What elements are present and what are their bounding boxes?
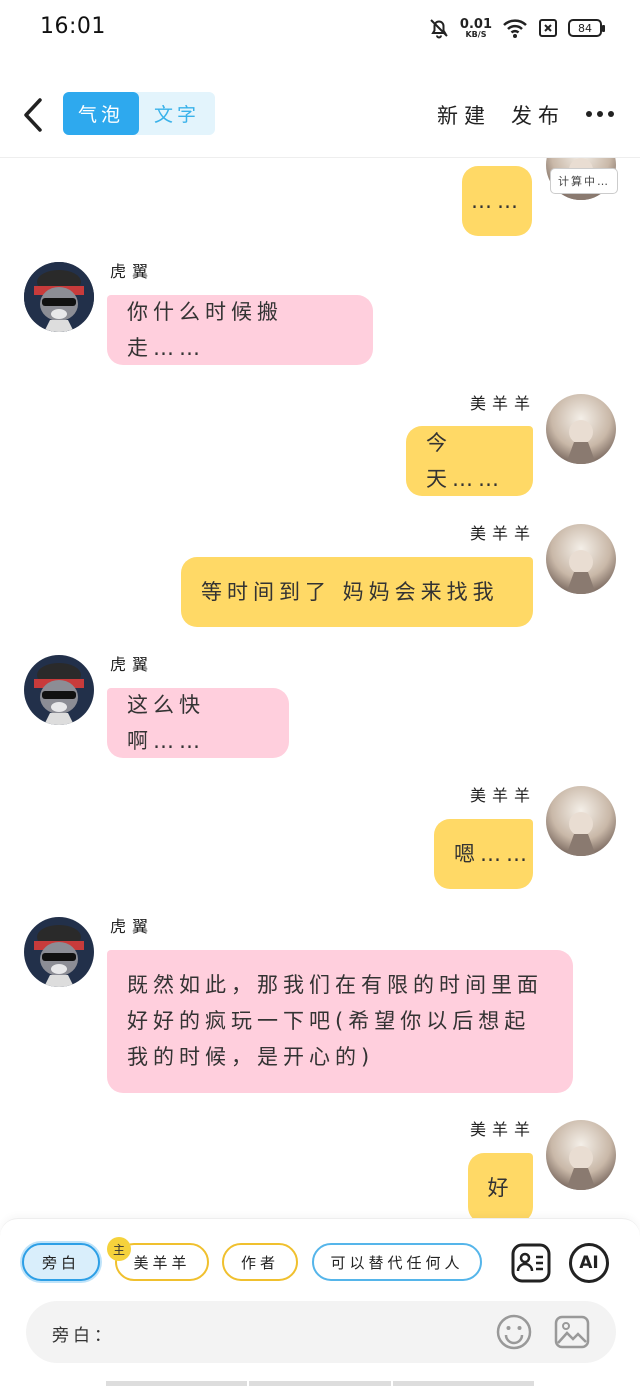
sender-name: 美羊羊 bbox=[470, 394, 537, 413]
role-chip-anyone[interactable]: 可以替代任何人 bbox=[312, 1243, 482, 1281]
message-bubble[interactable]: 这么快啊…… bbox=[107, 688, 289, 758]
composer-panel: 旁白 美羊羊 主 作者 可以替代任何人 AI 旁白： bbox=[0, 1218, 640, 1387]
sender-name: 美羊羊 bbox=[470, 786, 537, 805]
avatar-huyi[interactable] bbox=[24, 262, 94, 332]
message-bubble[interactable]: 今天…… bbox=[406, 426, 533, 496]
avatar-meiyangyang[interactable] bbox=[546, 786, 616, 856]
status-icons: 0.01 KB/S 84 bbox=[428, 14, 605, 42]
message-bubble[interactable]: 等时间到了 妈妈会来找我 bbox=[181, 557, 533, 627]
input-label: 旁白： bbox=[52, 1326, 115, 1346]
publish-button[interactable]: 发布 bbox=[511, 100, 565, 130]
avatar-meiyangyang[interactable] bbox=[546, 524, 616, 594]
top-bar: 气泡 文字 新建 发布 bbox=[0, 76, 640, 152]
contact-card-icon[interactable] bbox=[511, 1243, 551, 1283]
sender-name: 美羊羊 bbox=[470, 1120, 537, 1139]
avatar-huyi[interactable] bbox=[24, 655, 94, 725]
ai-button[interactable]: AI bbox=[569, 1243, 609, 1283]
back-arrow-icon[interactable] bbox=[20, 96, 48, 134]
sender-name: 虎翼 bbox=[110, 655, 155, 674]
tab-bubble[interactable]: 气泡 bbox=[63, 92, 139, 135]
calculating-tag: 计算中… bbox=[550, 168, 618, 194]
image-icon[interactable] bbox=[554, 1314, 590, 1350]
clock: 16:01 bbox=[40, 14, 106, 39]
role-chip-author[interactable]: 作者 bbox=[222, 1243, 298, 1281]
network-speed: 0.01 KB/S bbox=[460, 18, 492, 39]
new-button[interactable]: 新建 bbox=[437, 100, 491, 130]
wifi-icon bbox=[503, 19, 527, 38]
status-bar: 16:01 0.01 KB/S 84 bbox=[0, 0, 640, 56]
message-bubble[interactable]: 你什么时候搬走…… bbox=[107, 295, 373, 365]
role-chip-narration[interactable]: 旁白 bbox=[22, 1243, 100, 1281]
mute-bell-icon bbox=[430, 19, 448, 39]
screen: 16:01 0.01 KB/S 84 气泡 文字 新建 发布 计算中… …… 虎… bbox=[0, 0, 640, 1387]
sender-name: 美羊羊 bbox=[470, 524, 537, 543]
message-input[interactable]: 旁白： bbox=[26, 1301, 616, 1363]
chat-area[interactable]: 计算中… …… 虎翼 你什么时候搬走…… 美羊羊 今天…… 美羊羊 等时间到了 … bbox=[0, 158, 640, 1218]
net-speed-value: 0.01 bbox=[459, 16, 492, 32]
home-indicator bbox=[106, 1381, 534, 1386]
owner-badge: 主 bbox=[107, 1237, 131, 1261]
tab-text[interactable]: 文字 bbox=[139, 92, 215, 135]
emoji-icon[interactable] bbox=[496, 1314, 532, 1350]
message-bubble[interactable]: 既然如此，那我们在有限的时间里面好好的疯玩一下吧(希望你以后想起我的时候，是开心… bbox=[107, 950, 573, 1093]
mode-toggle: 气泡 文字 bbox=[63, 92, 215, 135]
net-speed-unit: KB/S bbox=[465, 29, 487, 39]
no-sim-icon bbox=[539, 19, 557, 37]
more-icon[interactable] bbox=[586, 111, 614, 117]
message-bubble[interactable]: 好 bbox=[468, 1153, 533, 1218]
avatar-meiyangyang[interactable] bbox=[546, 394, 616, 464]
avatar-meiyangyang[interactable] bbox=[546, 1120, 616, 1190]
avatar-huyi[interactable] bbox=[24, 917, 94, 987]
battery-icon: 84 bbox=[568, 19, 605, 37]
message-bubble[interactable]: …… bbox=[462, 166, 532, 236]
message-bubble[interactable]: 嗯…… bbox=[434, 819, 533, 889]
sender-name: 虎翼 bbox=[110, 917, 155, 936]
sender-name: 虎翼 bbox=[110, 262, 155, 281]
